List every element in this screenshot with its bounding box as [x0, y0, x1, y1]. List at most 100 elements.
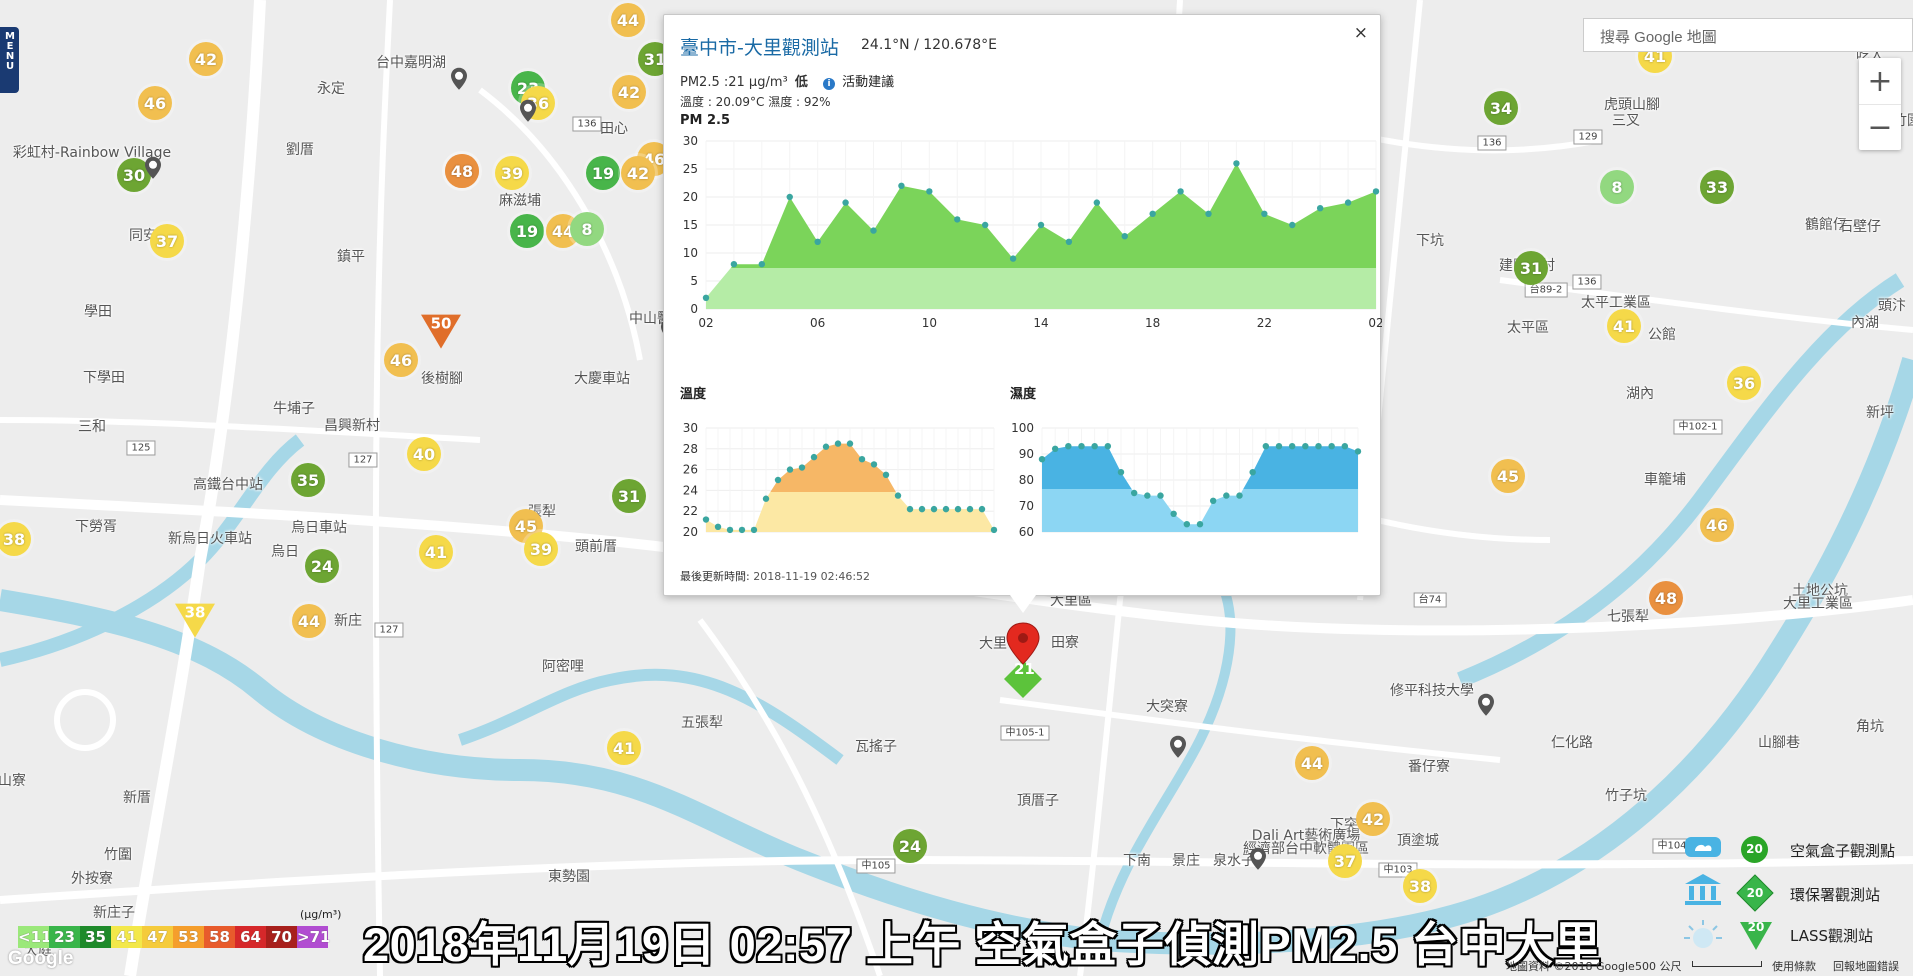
data-point[interactable] [758, 261, 766, 268]
data-point[interactable] [966, 505, 974, 513]
activity-advice-link[interactable]: 活動建議 [842, 75, 894, 90]
airbox-station-marker[interactable]: 8 [570, 212, 604, 246]
data-point[interactable] [1144, 492, 1151, 499]
data-point[interactable] [1328, 443, 1335, 450]
data-point[interactable] [1078, 443, 1085, 450]
data-point[interactable] [1344, 199, 1352, 206]
data-point[interactable] [702, 294, 710, 301]
data-point[interactable] [1038, 456, 1046, 463]
airbox-station-marker[interactable]: 31 [612, 479, 646, 513]
data-point[interactable] [981, 221, 989, 229]
data-point[interactable] [1249, 469, 1256, 476]
data-point[interactable] [738, 526, 746, 534]
airbox-station-marker[interactable]: 37 [150, 224, 184, 258]
data-point[interactable] [726, 526, 734, 534]
data-point[interactable] [1209, 497, 1217, 504]
map-search-input[interactable]: 搜尋 Google 地圖 [1583, 18, 1913, 52]
airbox-station-marker[interactable]: 42 [1356, 802, 1390, 836]
airbox-station-marker[interactable]: 42 [189, 42, 223, 76]
data-point[interactable] [930, 505, 938, 513]
lass-station-marker[interactable]: 38 [173, 602, 217, 640]
data-point[interactable] [906, 505, 914, 513]
data-point[interactable] [1051, 445, 1059, 452]
data-point[interactable] [1117, 469, 1125, 476]
data-point[interactable] [1372, 188, 1380, 195]
data-point[interactable] [1354, 448, 1362, 455]
airbox-station-marker[interactable]: 46 [138, 86, 172, 120]
airbox-station-marker[interactable]: 19 [510, 214, 544, 248]
data-point[interactable] [842, 199, 849, 206]
data-point[interactable] [1093, 199, 1101, 206]
airbox-station-marker[interactable]: 38 [1403, 869, 1437, 903]
airbox-station-marker[interactable]: 44 [292, 604, 326, 638]
data-point[interactable] [762, 495, 770, 502]
data-point[interactable] [870, 227, 877, 234]
data-point[interactable] [786, 193, 793, 201]
data-point[interactable] [954, 216, 961, 223]
airbox-station-marker[interactable]: 45 [1491, 459, 1525, 493]
data-point[interactable] [798, 464, 806, 471]
data-point[interactable] [1121, 233, 1128, 240]
data-point[interactable] [858, 456, 866, 463]
popup-close-button[interactable]: × [1354, 23, 1368, 43]
airbox-station-marker[interactable]: 24 [305, 549, 339, 583]
airbox-station-marker[interactable]: 37 [1328, 844, 1362, 878]
data-point[interactable] [898, 182, 905, 189]
data-point[interactable] [1341, 443, 1349, 450]
zoom-in-button[interactable]: + [1859, 58, 1901, 104]
data-point[interactable] [1196, 521, 1204, 528]
data-point[interactable] [942, 505, 950, 513]
data-point[interactable] [786, 466, 794, 473]
data-point[interactable] [1315, 443, 1322, 450]
data-point[interactable] [954, 505, 962, 513]
data-point[interactable] [926, 188, 933, 195]
airbox-station-marker[interactable]: 46 [1700, 508, 1734, 542]
data-point[interactable] [1065, 443, 1072, 450]
data-point[interactable] [702, 516, 710, 523]
data-point[interactable] [1065, 238, 1073, 245]
data-point[interactable] [750, 526, 758, 534]
data-point[interactable] [1275, 443, 1283, 450]
data-point[interactable] [1262, 443, 1270, 450]
airbox-station-marker[interactable]: 39 [524, 532, 558, 566]
lass-pin-icon[interactable] [1477, 693, 1495, 717]
airbox-station-marker[interactable]: 44 [1295, 746, 1329, 780]
data-point[interactable] [1104, 443, 1112, 450]
data-point[interactable] [1205, 210, 1212, 217]
data-point[interactable] [730, 261, 738, 268]
data-point[interactable] [810, 453, 818, 461]
data-point[interactable] [882, 471, 890, 478]
airbox-station-marker[interactable]: 8 [1600, 170, 1634, 204]
airbox-station-marker[interactable]: 41 [607, 731, 641, 765]
data-point[interactable] [1288, 443, 1296, 450]
airbox-station-marker[interactable]: 40 [407, 437, 441, 471]
airbox-station-marker[interactable]: 33 [1700, 170, 1734, 204]
data-point[interactable] [1223, 492, 1230, 499]
data-point[interactable] [990, 526, 998, 534]
lass-pin-icon[interactable] [519, 99, 537, 123]
data-point[interactable] [846, 440, 854, 447]
data-point[interactable] [978, 505, 986, 513]
data-point[interactable] [1183, 521, 1191, 528]
airbox-station-marker[interactable]: 42 [621, 156, 655, 190]
data-point[interactable] [918, 505, 926, 513]
data-point[interactable] [1170, 510, 1177, 517]
data-point[interactable] [714, 523, 722, 530]
airbox-station-marker[interactable]: 48 [445, 154, 479, 188]
data-point[interactable] [774, 476, 782, 484]
airbox-station-marker[interactable]: 41 [1607, 309, 1641, 343]
data-point[interactable] [1236, 492, 1243, 499]
airbox-station-marker[interactable]: 34 [1484, 91, 1518, 125]
data-point[interactable] [1289, 221, 1296, 229]
airbox-station-marker[interactable]: 42 [612, 75, 646, 109]
data-point[interactable] [870, 461, 878, 468]
data-point[interactable] [1157, 492, 1164, 499]
airbox-station-marker[interactable]: 39 [495, 156, 529, 190]
data-point[interactable] [822, 443, 830, 450]
lass-station-marker[interactable]: 50 [419, 313, 463, 351]
lass-pin-icon[interactable] [1249, 847, 1267, 871]
data-point[interactable] [834, 440, 842, 447]
data-point[interactable] [1037, 221, 1045, 229]
airbox-station-marker[interactable]: 48 [1649, 581, 1683, 615]
data-point[interactable] [1130, 489, 1138, 497]
